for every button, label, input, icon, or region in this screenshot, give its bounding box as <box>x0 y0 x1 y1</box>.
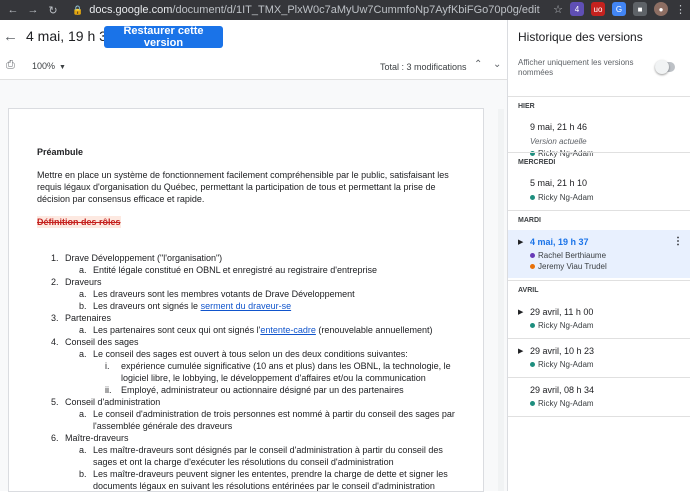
list-item: a. Le conseil d'administration de trois p… <box>79 409 455 431</box>
list-item: 5. Conseil d'administration <box>51 397 161 407</box>
chevron-down-icon: ▼ <box>59 64 66 71</box>
list-item: 1. Drave Développement ("l'organisation") <box>51 253 223 263</box>
expand-triangle-icon[interactable]: ▶ <box>518 238 523 246</box>
expand-triangle-icon[interactable]: ▶ <box>518 308 523 316</box>
named-versions-toggle-label: Afficher uniquement les versions nommées <box>518 58 634 77</box>
browser-toolbar: ← → ↻ 🔒 docs.google.com/document/d/1IT_T… <box>0 0 690 20</box>
roles-list: 1. Drave Développement ("l'organisation")… <box>37 252 483 492</box>
reload-icon[interactable]: ↻ <box>46 4 60 17</box>
changes-total: Total : 3 modifications <box>380 62 467 72</box>
version-current-label: Version actuelle <box>530 137 587 146</box>
divider <box>508 377 690 378</box>
list-item: 3. Partenaires <box>51 313 112 323</box>
list-item: i. expérience cumulée significative (10 a… <box>105 361 451 383</box>
divider <box>508 416 690 417</box>
browser-actions: ☆ 4 uo G ■ ● ⋮ <box>553 2 686 16</box>
version-item[interactable]: ▶ 29 avril, 10 h 23 Ricky Ng-Adam <box>508 341 690 377</box>
doc-heading: Préambule <box>37 147 84 157</box>
list-item: a. Les partenaires sont ceux qui ont sign… <box>79 325 433 335</box>
version-user: Ricky Ng-Adam <box>530 360 594 369</box>
version-date: 5 mai, 21 h 10 <box>530 178 588 188</box>
version-history-panel: Historique des versions Afficher uniquem… <box>507 20 690 491</box>
version-date: 29 avril, 11 h 00 <box>530 307 594 317</box>
ext-label: uo <box>593 4 603 14</box>
restore-version-button[interactable]: Restaurer cette version <box>104 25 223 49</box>
page-title: 4 mai, 19 h 37 <box>26 28 115 44</box>
extension-translate-icon[interactable]: G <box>612 2 626 16</box>
serment-link[interactable]: serment du draveur-se <box>201 301 292 311</box>
print-icon[interactable]: ⎙ <box>6 59 15 72</box>
url-host: docs.google.com <box>89 4 173 16</box>
version-item[interactable]: 29 avril, 08 h 34 Ricky Ng-Adam <box>508 380 690 416</box>
previous-change-icon[interactable]: ⌃ <box>474 59 482 70</box>
next-change-icon[interactable]: ⌄ <box>493 59 501 70</box>
extension-badge-icon[interactable]: 4 <box>570 2 584 16</box>
document-canvas: Préambule Mettre en place un système de … <box>0 80 507 491</box>
url-path: /document/d/1IT_TMX_PlxW0c7aMyUw7CummfoN… <box>172 4 540 16</box>
user-dot <box>530 195 535 200</box>
list-item: 4. Conseil des sages <box>51 337 139 347</box>
extension-puzzle-icon[interactable]: ■ <box>633 2 647 16</box>
list-item: 6. Maître-draveurs <box>51 433 129 443</box>
extension-uo-icon[interactable]: uo <box>591 2 605 16</box>
zoom-value: 100% <box>32 61 56 71</box>
version-user: Ricky Ng-Adam <box>530 399 594 408</box>
badge-count: 4 <box>574 4 580 14</box>
list-item: a. Le conseil des sages est ouvert à tous… <box>79 349 408 359</box>
lock-icon[interactable]: 🔒 <box>72 5 83 16</box>
version-user: Ricky Ng-Adam <box>530 193 594 202</box>
version-date: 9 mai, 21 h 46 <box>530 122 588 132</box>
star-icon[interactable]: ☆ <box>553 3 563 16</box>
menu-dots-icon[interactable]: ⋮ <box>675 3 686 16</box>
entente-cadre-link[interactable]: entente-cadre <box>260 325 316 335</box>
list-item: 2. Draveurs <box>51 277 102 287</box>
user-dot <box>530 362 535 367</box>
deleted-heading: Définition des rôles <box>37 216 121 228</box>
back-arrow-icon[interactable]: ← <box>6 4 20 16</box>
section-header: MERCREDI <box>508 152 690 172</box>
section-header: AVRIL <box>508 280 690 300</box>
divider <box>508 338 690 339</box>
section-header: MARDI <box>508 210 690 230</box>
list-item: b. Les draveurs ont signés le serment du … <box>79 301 292 311</box>
forward-arrow-icon[interactable]: → <box>26 4 40 16</box>
named-versions-toggle[interactable] <box>655 60 675 74</box>
list-item: a. Entité légale constitué en OBNL et enr… <box>79 265 378 275</box>
list-item: ii. Employé, administrateur ou actionnair… <box>105 385 404 395</box>
address-bar[interactable]: docs.google.com/document/d/1IT_TMX_PlxW0… <box>89 4 539 16</box>
section-header: HIER <box>508 96 690 116</box>
list-item: a. Les draveurs sont les membres votants … <box>79 289 355 299</box>
expand-triangle-icon[interactable]: ▶ <box>518 347 523 355</box>
version-user: Rachel Berthiaume <box>530 251 606 260</box>
doc-toolbar: ⎙ 100% ▼ Total : 3 modifications ⌃ ⌄ <box>0 54 507 80</box>
toggle-knob <box>655 60 669 74</box>
user-dot <box>530 401 535 406</box>
list-item: b. Les maître-draveurs peuvent signer les… <box>79 469 448 491</box>
version-date: 29 avril, 10 h 23 <box>530 346 595 356</box>
version-item[interactable]: ▶ 29 avril, 11 h 00 Ricky Ng-Adam <box>508 302 690 338</box>
version-date: 29 avril, 08 h 34 <box>530 385 595 395</box>
version-date: 4 mai, 19 h 37 <box>530 237 589 247</box>
back-arrow-icon[interactable]: ← <box>3 28 19 45</box>
version-user: Jeremy Viau Trudel <box>530 262 607 271</box>
version-item-selected[interactable]: ▶ 4 mai, 19 h 37 ⋮ Rachel Berthiaume Jer… <box>508 230 690 278</box>
more-options-icon[interactable]: ⋮ <box>673 236 683 247</box>
user-dot <box>530 264 535 269</box>
version-item[interactable]: 5 mai, 21 h 10 Ricky Ng-Adam <box>508 172 690 210</box>
document-area: ← 4 mai, 19 h 37 Restaurer cette version… <box>0 20 507 491</box>
document-page: Préambule Mettre en place un système de … <box>9 109 483 491</box>
zoom-select[interactable]: 100% ▼ <box>32 61 66 71</box>
doc-intro: Mettre en place un système de fonctionne… <box>37 170 449 204</box>
document-scrollbar[interactable] <box>498 109 504 491</box>
list-item: a. Les maître-draveurs sont désignés par … <box>79 445 443 467</box>
version-user: Ricky Ng-Adam <box>530 321 594 330</box>
version-history-title: Historique des versions <box>518 30 643 44</box>
user-dot <box>530 253 535 258</box>
user-dot <box>530 323 535 328</box>
version-header: ← 4 mai, 19 h 37 Restaurer cette version <box>0 20 507 54</box>
profile-avatar[interactable]: ● <box>654 2 668 16</box>
